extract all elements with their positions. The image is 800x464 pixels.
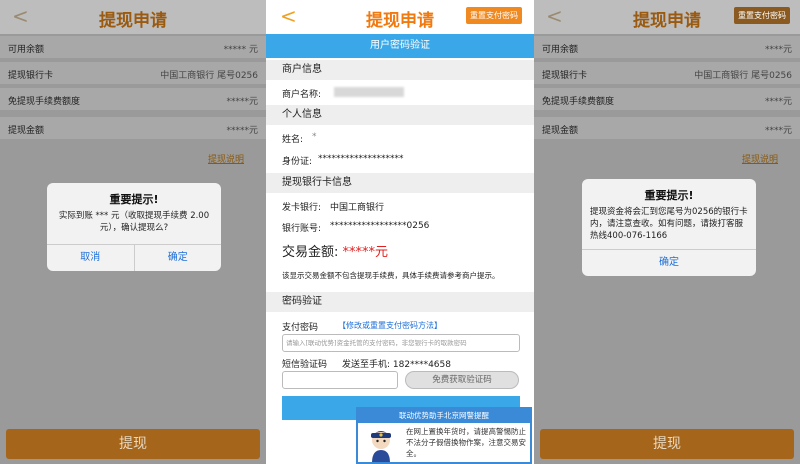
pay-password-label: 支付密码 xyxy=(282,323,319,333)
dialog-buttons: 取消 确定 xyxy=(47,244,221,271)
merchant-section: 商户信息 xyxy=(266,60,534,80)
row-label: 免提现手续费额度 xyxy=(542,97,615,107)
get-code-button[interactable]: 免费获取验证码 xyxy=(405,371,519,389)
page-title: 提现申请 xyxy=(99,11,167,31)
row-value: ***** 元 xyxy=(223,45,258,55)
sms-phone: 发送至手机: 182****4658 xyxy=(342,360,451,370)
amount-label: 交易金额: xyxy=(282,245,339,260)
row-label: 可用余额 xyxy=(542,45,579,55)
row-value: ****元 xyxy=(764,97,792,107)
pay-password-input[interactable]: 请输入[联动优势]资金托管的支付密码，非您银行卡的取款密码 xyxy=(282,334,520,352)
row-bank-card[interactable]: 提现银行卡 中国工商银行 尾号0256 xyxy=(534,62,800,85)
merchant-name-label: 商户名称: xyxy=(282,90,322,100)
reset-pay-password-button[interactable]: 重置支付密码 xyxy=(466,7,522,24)
row-available-balance: 可用余额 ***** 元 xyxy=(0,36,266,59)
row-bank-card[interactable]: 提现银行卡 中国工商银行 尾号0256 xyxy=(0,62,266,85)
dialog-title: 重要提示! xyxy=(644,189,694,202)
pay-password-help-link[interactable]: 【修改或重置支付密码方法】 xyxy=(338,320,442,331)
row-label: 可用余额 xyxy=(8,45,45,55)
withdraw-button[interactable]: 提现 xyxy=(540,429,794,459)
amount-input[interactable]: ****元 xyxy=(765,123,792,136)
right-screen: < 提现申请 重置支付密码 可用余额 ****元 提现银行卡 中国工商银行 尾号… xyxy=(534,0,800,464)
sms-code-input[interactable] xyxy=(282,371,398,389)
confirm-button[interactable]: 确定 xyxy=(133,245,222,271)
dialog-title: 重要提示! xyxy=(109,193,159,206)
row-withdraw-amount[interactable]: 提现金额 ****元 xyxy=(534,117,800,140)
verification-header: 用户密码验证 xyxy=(266,34,534,58)
row-available-balance: 可用余额 ****元 xyxy=(534,36,800,59)
amount-input[interactable]: *****元 xyxy=(226,123,258,136)
sms-code-label: 短信验证码 xyxy=(282,360,328,370)
row-withdraw-amount[interactable]: 提现金额 *****元 xyxy=(0,117,266,140)
popup-title: 联动优势助手北京网警提醒 xyxy=(358,409,530,423)
row-label: 免提现手续费额度 xyxy=(8,97,81,107)
reset-pay-password-button[interactable]: 重置支付密码 xyxy=(734,7,790,24)
row-value: 中国工商银行 尾号0256 xyxy=(160,71,258,81)
row-value: 中国工商银行 尾号0256 xyxy=(694,71,792,81)
issuing-bank-label: 发卡银行: xyxy=(282,203,322,213)
name-label: 姓名: xyxy=(282,135,304,145)
withdraw-note-link[interactable]: 提现说明 xyxy=(742,152,778,165)
row-label: 提现金额 xyxy=(542,126,579,136)
police-avatar-icon xyxy=(371,431,391,462)
popup-text: 在网上置换年货时，请提高警惕防止不法分子假借换物作案，注意交易安全。 xyxy=(406,427,526,458)
row-fee-free-quota: 免提现手续费额度 *****元 xyxy=(0,88,266,111)
confirm-dialog: 重要提示! 实际到账 *** 元（收取提现手续费 2.00元），确认提现么? 取… xyxy=(47,183,221,271)
middle-screen: < 提现申请 重置支付密码 用户密码验证 商户信息 商户名称: 个人信息 姓名:… xyxy=(266,0,534,464)
account-value: *****************0256 xyxy=(330,221,430,231)
fee-notice: 该显示交易金额不包含提现手续费，具体手续费请参考商户提示。 xyxy=(282,271,500,280)
header: < 提现申请 xyxy=(0,0,266,34)
dialog-buttons: 确定 xyxy=(582,249,756,276)
account-label: 银行账号: xyxy=(282,224,322,234)
row-fee-free-quota: 免提现手续费额度 ****元 xyxy=(534,88,800,111)
issuing-bank-value: 中国工商银行 xyxy=(330,203,385,213)
row-label: 提现金额 xyxy=(8,126,45,136)
header: < 提现申请 重置支付密码 xyxy=(266,0,534,34)
personal-section: 个人信息 xyxy=(266,105,534,125)
withdraw-note-link[interactable]: 提现说明 xyxy=(208,152,244,165)
header: < 提现申请 重置支付密码 xyxy=(534,0,800,34)
password-section: 密码验证 xyxy=(266,292,534,312)
row-label: 提现银行卡 xyxy=(542,71,588,81)
bank-section: 提现银行卡信息 xyxy=(266,173,534,193)
dialog-message: 实际到账 *** 元（收取提现手续费 2.00元），确认提现么? xyxy=(58,211,210,233)
row-label: 提现银行卡 xyxy=(8,71,54,81)
left-screen: < 提现申请 可用余额 ***** 元 提现银行卡 中国工商银行 尾号0256 … xyxy=(0,0,266,464)
merchant-name-blurred xyxy=(334,87,404,97)
row-value: ****元 xyxy=(764,45,792,55)
name-value: * xyxy=(312,132,317,142)
id-value: ******************* xyxy=(318,154,404,164)
id-label: 身份证: xyxy=(282,157,313,167)
withdraw-button[interactable]: 提现 xyxy=(6,429,260,459)
notice-dialog: 重要提示! 提现资金将会汇到您尾号为0256的银行卡内，请注意查收。如有问题，请… xyxy=(582,179,756,276)
confirm-button[interactable]: 确定 xyxy=(582,250,756,276)
amount-value: *****元 xyxy=(342,245,389,260)
row-value: *****元 xyxy=(226,97,258,107)
cancel-button[interactable]: 取消 xyxy=(47,245,134,271)
security-popup[interactable]: 联动优势助手北京网警提醒 在网上置换年货时，请提高警惕防止不法分子假借换物作案，… xyxy=(356,407,532,464)
dialog-message: 提现资金将会汇到您尾号为0256的银行卡内，请注意查收。如有问题，请拨打客服热线… xyxy=(590,207,748,241)
trade-amount: 交易金额: *****元 xyxy=(282,241,388,260)
